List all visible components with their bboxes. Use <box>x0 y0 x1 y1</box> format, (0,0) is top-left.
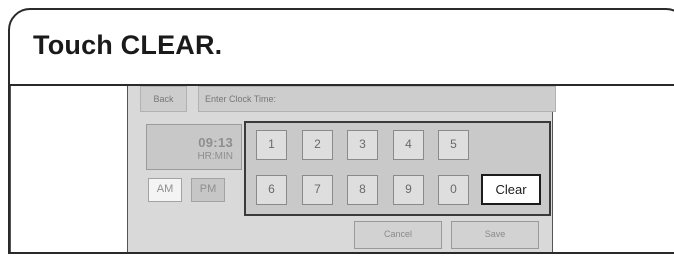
key-4[interactable]: 4 <box>393 130 424 160</box>
left-border <box>10 86 11 252</box>
key-1[interactable]: 1 <box>256 130 287 160</box>
instruction-title: Touch CLEAR. <box>33 30 223 60</box>
key-5[interactable]: 5 <box>438 130 469 160</box>
clock-time-display: 09:13 HR:MIN <box>146 124 242 170</box>
key-3[interactable]: 3 <box>347 130 378 160</box>
pm-button[interactable]: PM <box>191 178 225 202</box>
back-button[interactable]: Back <box>140 86 187 112</box>
key-6[interactable]: 6 <box>256 175 287 205</box>
key-7[interactable]: 7 <box>302 175 333 205</box>
cancel-button[interactable]: Cancel <box>354 221 442 249</box>
key-2[interactable]: 2 <box>302 130 333 160</box>
divider-bottom <box>10 252 674 254</box>
time-unit: HR:MIN <box>197 151 233 162</box>
time-value: 09:13 <box>198 135 233 150</box>
save-button[interactable]: Save <box>451 221 539 249</box>
am-button[interactable]: AM <box>148 178 182 202</box>
key-9[interactable]: 9 <box>393 175 424 205</box>
screen-header: Enter Clock Time: <box>198 86 556 112</box>
clear-button[interactable]: Clear <box>481 174 541 205</box>
number-keypad: 1 2 3 4 5 6 7 8 9 0 Clear <box>244 121 551 216</box>
key-0[interactable]: 0 <box>438 175 469 205</box>
key-8[interactable]: 8 <box>347 175 378 205</box>
oven-touch-screen: Back Enter Clock Time: 09:13 HR:MIN AM P… <box>127 86 556 252</box>
